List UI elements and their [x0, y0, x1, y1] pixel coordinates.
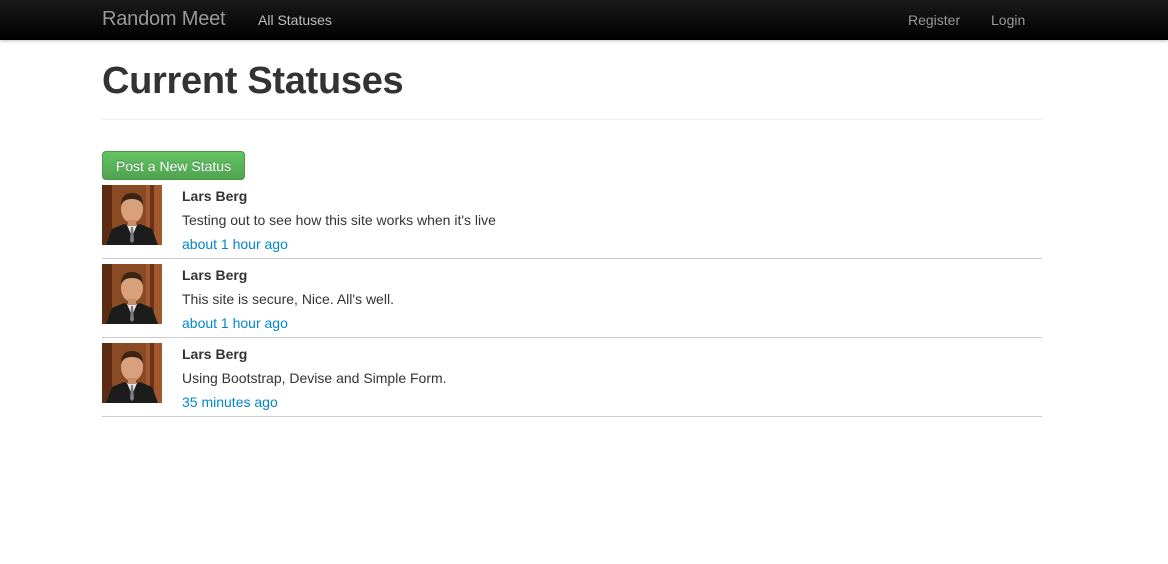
nav-register[interactable]: Register — [908, 12, 960, 28]
avatar — [102, 343, 162, 403]
status-body: Lars Berg Using Bootstrap, Devise and Si… — [182, 345, 1042, 411]
nav-login[interactable]: Login — [991, 12, 1025, 28]
status-list: Lars Berg Testing out to see how this si… — [102, 185, 1042, 422]
nav-all-statuses[interactable]: All Statuses — [258, 12, 332, 28]
status-body: Lars Berg Testing out to see how this si… — [182, 187, 1042, 253]
page-header: Current Statuses — [102, 58, 1042, 120]
status-author: Lars Berg — [182, 188, 248, 204]
status-content: This site is secure, Nice. All's well. — [182, 291, 394, 307]
status-time-link[interactable]: about 1 hour ago — [182, 235, 1042, 253]
post-new-status-button[interactable]: Post a New Status — [102, 151, 245, 180]
avatar — [102, 185, 162, 245]
status-time-link[interactable]: about 1 hour ago — [182, 314, 1042, 332]
navbar: Random Meet All Statuses Register Login — [0, 0, 1168, 40]
status-content: Testing out to see how this site works w… — [182, 212, 496, 228]
page-title: Current Statuses — [102, 60, 404, 102]
status-content: Using Bootstrap, Devise and Simple Form. — [182, 370, 447, 386]
avatar-photo-icon — [102, 264, 162, 324]
avatar-photo-icon — [102, 185, 162, 245]
status-time-link[interactable]: 35 minutes ago — [182, 393, 1042, 411]
brand-link[interactable]: Random Meet — [102, 8, 226, 31]
status-item: Lars Berg This site is secure, Nice. All… — [102, 264, 1042, 338]
status-body: Lars Berg This site is secure, Nice. All… — [182, 266, 1042, 332]
avatar — [102, 264, 162, 324]
status-author: Lars Berg — [182, 267, 248, 283]
status-author: Lars Berg — [182, 346, 248, 362]
avatar-photo-icon — [102, 343, 162, 403]
status-item: Lars Berg Using Bootstrap, Devise and Si… — [102, 343, 1042, 417]
status-item: Lars Berg Testing out to see how this si… — [102, 185, 1042, 259]
